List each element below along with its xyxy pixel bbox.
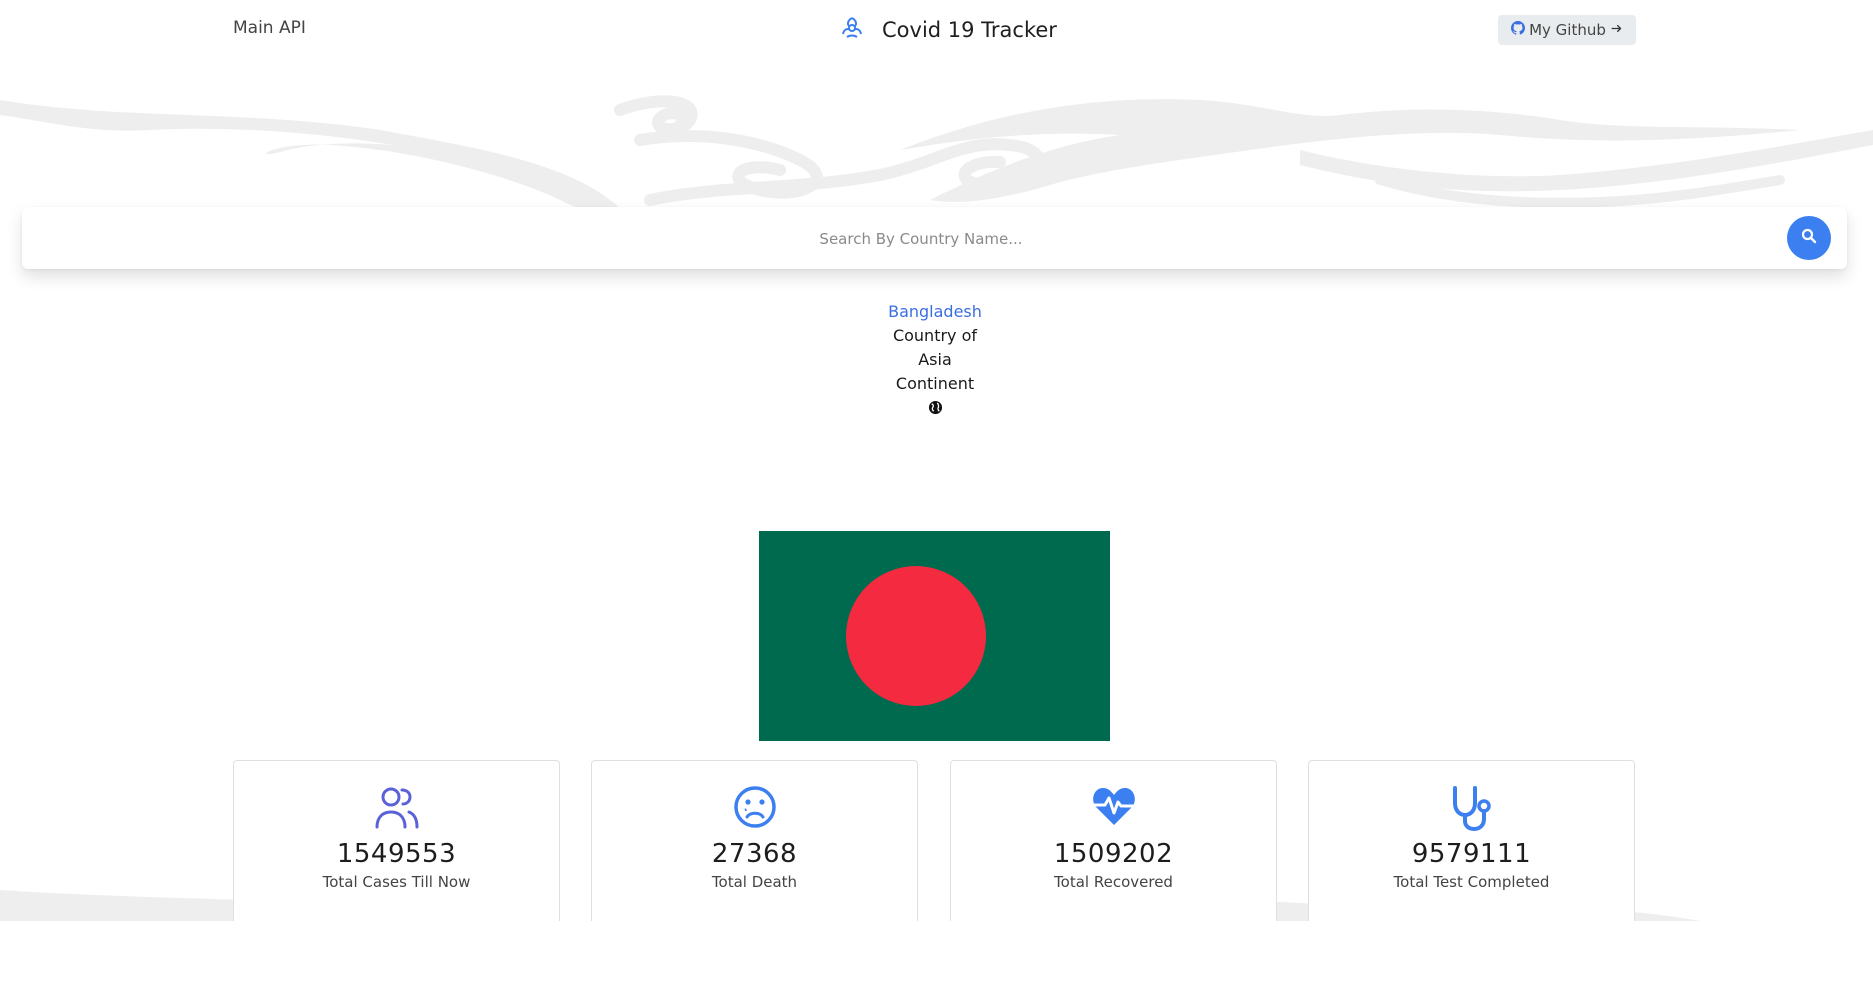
heartbeat-icon xyxy=(951,785,1276,829)
github-icon xyxy=(1511,21,1526,39)
github-label: My Github xyxy=(1529,21,1606,39)
total-recovered-value: 1509202 xyxy=(1053,839,1174,869)
brand[interactable]: Covid 19 Tracker xyxy=(840,14,1057,46)
flag-disc xyxy=(846,566,986,706)
page: Main API Covid 19 Tracker My Github Sear… xyxy=(0,0,1873,997)
search-button[interactable] xyxy=(1787,216,1831,260)
users-icon xyxy=(234,785,559,829)
search-bar xyxy=(22,207,1847,269)
total-cases-label: Total Cases Till Now xyxy=(322,873,471,891)
main-api-link[interactable]: Main API xyxy=(233,18,306,38)
page-footer-area xyxy=(0,921,1873,997)
country-flag xyxy=(759,531,1110,741)
sad-face-icon xyxy=(592,785,917,829)
globe-icon xyxy=(835,398,1035,422)
total-recovered-label: Total Recovered xyxy=(1054,873,1173,891)
total-tests-value: 9579111 xyxy=(1411,839,1532,869)
search-input[interactable] xyxy=(322,219,1520,259)
stethoscope-icon xyxy=(1309,785,1634,831)
brand-title: Covid 19 Tracker xyxy=(882,18,1057,42)
country-info: Bangladesh Country of Asia Continent xyxy=(835,300,1035,422)
biohazard-icon xyxy=(840,16,864,44)
stat-card-total-death: 27368 Total Death xyxy=(591,760,918,922)
continent-label: Continent xyxy=(895,374,975,393)
total-cases-value: 1549553 xyxy=(336,839,457,869)
github-button[interactable]: My Github xyxy=(1498,15,1636,45)
stat-card-total-recovered: 1509202 Total Recovered xyxy=(950,760,1277,922)
country-of-text: Country of xyxy=(892,326,978,345)
total-death-value: 27368 xyxy=(711,839,798,869)
total-tests-label: Total Test Completed xyxy=(1393,873,1550,891)
stat-card-total-cases: 1549553 Total Cases Till Now xyxy=(233,760,560,922)
continent-name: Asia xyxy=(918,350,952,369)
stat-card-total-tests: 9579111 Total Test Completed xyxy=(1308,760,1635,922)
country-name: Bangladesh xyxy=(888,302,982,321)
arrow-right-icon xyxy=(1610,21,1623,39)
decorative-swirl-top xyxy=(0,95,1873,215)
search-icon xyxy=(1801,228,1817,248)
total-death-label: Total Death xyxy=(711,873,798,891)
